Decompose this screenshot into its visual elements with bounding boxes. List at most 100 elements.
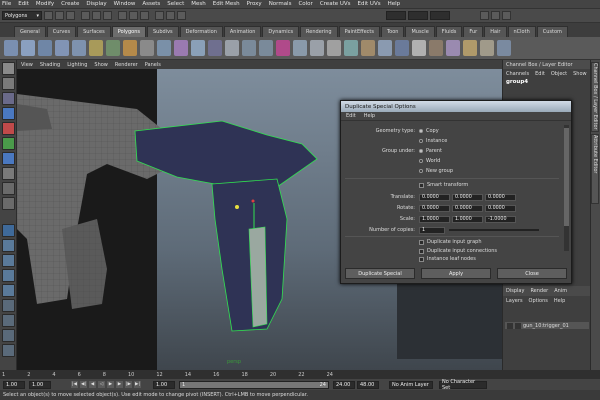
- soft-mod-tool-icon[interactable]: [2, 167, 15, 180]
- poly-cone-icon[interactable]: [55, 40, 69, 56]
- go-to-start-icon[interactable]: |◀: [71, 381, 78, 388]
- new-scene-icon[interactable]: [44, 11, 53, 20]
- menu-window[interactable]: Window: [114, 1, 136, 7]
- viewport-menu-view[interactable]: View: [21, 62, 33, 68]
- boolean-union-icon[interactable]: [242, 40, 256, 56]
- current-time-field[interactable]: 1.00: [29, 380, 51, 389]
- scale-tool-icon[interactable]: [2, 137, 15, 150]
- menu-modify[interactable]: Modify: [36, 1, 54, 7]
- shelf-tab-toon[interactable]: Toon: [380, 26, 405, 37]
- menu-mesh[interactable]: Mesh: [191, 1, 205, 7]
- menu-proxy[interactable]: Proxy: [247, 1, 262, 7]
- shelf-tab-subdivs[interactable]: Subdivs: [147, 26, 179, 37]
- attribute-editor-toggle-icon[interactable]: [491, 11, 500, 20]
- duplicate-input-connections-checkbox[interactable]: [419, 248, 424, 254]
- translate-z-field[interactable]: 0.0000: [485, 193, 516, 201]
- time-slider[interactable]: 1 2 4 6 8 10 12 14 16 18 20 22 24: [0, 370, 600, 379]
- tool-settings-toggle-icon[interactable]: [502, 11, 511, 20]
- append-polygon-icon[interactable]: [327, 40, 341, 56]
- fill-hole-icon[interactable]: [429, 40, 443, 56]
- uv-planar-icon[interactable]: [446, 40, 460, 56]
- range-start-field[interactable]: 1.00: [153, 380, 175, 389]
- viewport-menu-renderer[interactable]: Renderer: [115, 62, 138, 68]
- uv-cylindrical-icon[interactable]: [463, 40, 477, 56]
- shelf-tab-custom[interactable]: Custom: [536, 26, 568, 37]
- four-view-layout-icon[interactable]: [2, 239, 15, 252]
- rotate-x-field[interactable]: 0.0000: [419, 204, 450, 212]
- copies-slider-track[interactable]: [449, 229, 539, 231]
- open-scene-icon[interactable]: [55, 11, 64, 20]
- show-manipulator-icon[interactable]: [2, 182, 15, 195]
- extrude-icon[interactable]: [293, 40, 307, 56]
- range-slider[interactable]: 1 24: [179, 380, 329, 389]
- shelf-tab-painteffects[interactable]: PaintEffects: [338, 26, 380, 37]
- shelf-tab-rendering[interactable]: Rendering: [300, 26, 338, 37]
- layer-visibility-icon[interactable]: [507, 322, 513, 329]
- bevel-icon[interactable]: [412, 40, 426, 56]
- translate-y-field[interactable]: 0.0000: [452, 193, 483, 201]
- step-back-key-icon[interactable]: ◀|: [80, 381, 87, 388]
- poly-torus-icon[interactable]: [89, 40, 103, 56]
- shelf-tab-fluids[interactable]: Fluids: [435, 26, 463, 37]
- poly-prism-icon[interactable]: [106, 40, 120, 56]
- uv-auto-icon[interactable]: [497, 40, 511, 56]
- persp-graph-layout-icon[interactable]: [2, 269, 15, 282]
- duplicate-special-button[interactable]: Duplicate Special: [345, 268, 415, 279]
- bridge-icon[interactable]: [310, 40, 324, 56]
- layer-menu-help[interactable]: Help: [554, 298, 565, 304]
- layer-menu-layers[interactable]: Layers: [506, 298, 523, 304]
- selected-object-name[interactable]: group4: [503, 79, 590, 88]
- menu-edit-uvs[interactable]: Edit UVs: [358, 1, 381, 7]
- group-parent-radio[interactable]: [419, 149, 423, 153]
- anim-layer-dropdown[interactable]: No Anim Layer: [389, 380, 433, 389]
- dope-sheet-layout-icon[interactable]: [2, 329, 15, 342]
- separate-icon[interactable]: [191, 40, 205, 56]
- snap-grid-icon[interactable]: [118, 11, 127, 20]
- last-tool-icon[interactable]: [2, 197, 15, 210]
- split-polygon-icon[interactable]: [344, 40, 358, 56]
- select-object-icon[interactable]: [92, 11, 101, 20]
- apply-button[interactable]: Apply: [421, 268, 491, 279]
- play-forward-icon[interactable]: ▶: [107, 381, 114, 388]
- menu-help[interactable]: Help: [388, 1, 401, 7]
- input-field-y[interactable]: [408, 11, 428, 20]
- shelf-tab-general[interactable]: General: [14, 26, 46, 37]
- poly-helix-icon[interactable]: [157, 40, 171, 56]
- scale-x-field[interactable]: 1.0000: [419, 215, 450, 223]
- close-button[interactable]: Close: [497, 268, 567, 279]
- menu-edit[interactable]: Edit: [18, 1, 29, 7]
- shelf-tab-ncloth[interactable]: nCloth: [507, 26, 536, 37]
- layer-tab-render[interactable]: Render: [530, 288, 548, 294]
- render-icon[interactable]: [155, 11, 164, 20]
- boolean-difference-icon[interactable]: [259, 40, 273, 56]
- attribute-editor-tab[interactable]: Attribute Editor: [591, 134, 599, 204]
- poly-plane-icon[interactable]: [72, 40, 86, 56]
- dialog-scrollbar-thumb[interactable]: [564, 128, 569, 226]
- instance-leaf-nodes-checkbox[interactable]: [419, 256, 424, 262]
- scale-y-field[interactable]: 1.0000: [452, 215, 483, 223]
- snap-curve-icon[interactable]: [129, 11, 138, 20]
- shelf-tab-hair[interactable]: Hair: [484, 26, 507, 37]
- duplicate-input-graph-checkbox[interactable]: [419, 239, 424, 245]
- rotate-tool-icon[interactable]: [2, 122, 15, 135]
- lasso-tool-icon[interactable]: [2, 77, 15, 90]
- menu-create[interactable]: Create: [61, 1, 79, 7]
- shelf-tab-curves[interactable]: Curves: [46, 26, 77, 37]
- offset-edge-loop-icon[interactable]: [378, 40, 392, 56]
- ipr-render-icon[interactable]: [166, 11, 175, 20]
- shelf-tab-polygons[interactable]: Polygons: [111, 26, 146, 37]
- rotate-z-field[interactable]: 0.0000: [485, 204, 516, 212]
- step-forward-key-icon[interactable]: |▶: [125, 381, 132, 388]
- dialog-menu-edit[interactable]: Edit: [346, 113, 356, 119]
- number-of-copies-field[interactable]: 1: [419, 226, 445, 234]
- geometry-copy-radio[interactable]: [419, 129, 423, 133]
- select-component-icon[interactable]: [103, 11, 112, 20]
- pivot-handle-icon[interactable]: [235, 205, 239, 209]
- manipulator-point-icon[interactable]: [251, 199, 255, 203]
- shelf-tab-fur[interactable]: Fur: [463, 26, 484, 37]
- menu-create-uvs[interactable]: Create UVs: [320, 1, 351, 7]
- move-tool-icon[interactable]: [2, 107, 15, 120]
- single-perspective-layout-icon[interactable]: [2, 224, 15, 237]
- dialog-menu-help[interactable]: Help: [364, 113, 375, 119]
- range-end-field[interactable]: 24.00: [333, 380, 355, 389]
